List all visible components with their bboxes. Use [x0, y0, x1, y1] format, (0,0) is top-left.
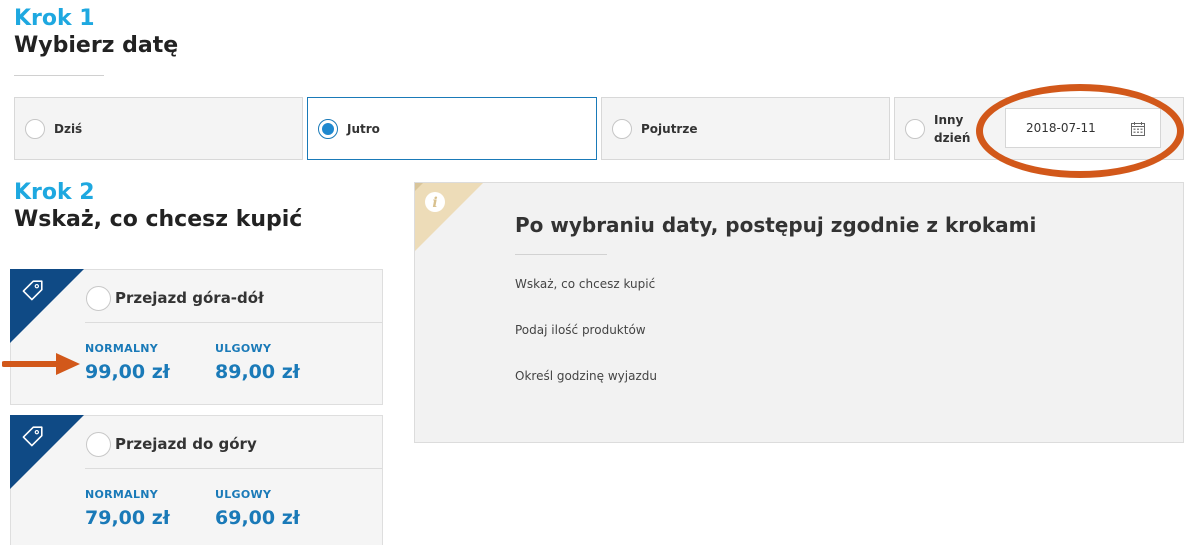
- annotation-arrow: [2, 353, 80, 375]
- reduced-price-column: ULGOWY 89,00 zł: [215, 342, 300, 383]
- radio-tomorrow[interactable]: [318, 118, 338, 139]
- radio-today[interactable]: [25, 118, 45, 139]
- info-panel: i Po wybraniu daty, postępuj zgodnie z k…: [414, 182, 1184, 443]
- svg-text:i: i: [432, 195, 437, 211]
- normal-price-column: NORMALNY 99,00 zł: [85, 342, 170, 383]
- date-option-tomorrow-label: Jutro: [347, 121, 380, 136]
- normal-price-column: NORMALNY 79,00 zł: [85, 488, 170, 529]
- tag-ribbon: [10, 415, 84, 489]
- reduced-price-label: ULGOWY: [215, 342, 272, 355]
- step1-divider: [14, 75, 104, 76]
- date-option-today-label: Dziś: [54, 121, 83, 136]
- date-option-day-after[interactable]: Pojutrze: [601, 97, 890, 160]
- reduced-price-label: ULGOWY: [215, 488, 272, 501]
- product-divider: [85, 322, 382, 323]
- step2-label: Krok 2: [14, 180, 95, 205]
- product-card-up-down[interactable]: Przejazd góra-dół NORMALNY 99,00 zł ULGO…: [10, 269, 383, 405]
- radio-day-after[interactable]: [612, 118, 632, 139]
- step2-title: Wskaż, co chcesz kupić: [14, 207, 303, 232]
- normal-price-label: NORMALNY: [85, 342, 159, 355]
- normal-price-value: 99,00 zł: [85, 361, 170, 383]
- date-option-tomorrow[interactable]: Jutro: [307, 97, 597, 160]
- info-step-3: Określ godzinę wyjazdu: [515, 369, 657, 383]
- date-option-today[interactable]: Dziś: [14, 97, 303, 160]
- product-radio[interactable]: [86, 286, 111, 311]
- product-name: Przejazd góra-dół: [115, 289, 264, 307]
- date-input[interactable]: [1006, 121, 1126, 135]
- step1-label: Krok 1: [14, 6, 95, 31]
- other-day-line2: dzień: [934, 130, 971, 145]
- product-radio[interactable]: [86, 432, 111, 457]
- info-step-1: Wskaż, co chcesz kupić: [515, 277, 656, 291]
- reduced-price-value: 69,00 zł: [215, 507, 300, 529]
- info-step-2: Podaj ilość produktów: [515, 323, 646, 337]
- date-picker-field[interactable]: [1005, 108, 1161, 148]
- product-divider: [85, 468, 382, 469]
- other-day-line1: Inny: [934, 112, 964, 127]
- tag-ribbon: [10, 269, 84, 343]
- product-card-up[interactable]: Przejazd do góry NORMALNY 79,00 zł ULGOW…: [10, 415, 383, 545]
- radio-other-day[interactable]: [905, 118, 925, 139]
- step1-title: Wybierz datę: [14, 33, 179, 58]
- info-icon: i: [425, 192, 445, 212]
- normal-price-value: 79,00 zł: [85, 507, 170, 529]
- normal-price-label: NORMALNY: [85, 488, 159, 501]
- reduced-price-value: 89,00 zł: [215, 361, 300, 383]
- info-ribbon: i: [415, 183, 483, 251]
- date-option-other-day-label: Inny dzień: [934, 111, 970, 147]
- info-divider: [515, 254, 607, 255]
- product-name: Przejazd do góry: [115, 435, 257, 453]
- date-option-day-after-label: Pojutrze: [641, 121, 698, 136]
- reduced-price-column: ULGOWY 69,00 zł: [215, 488, 300, 529]
- calendar-icon[interactable]: [1130, 121, 1146, 137]
- info-title: Po wybraniu daty, postępuj zgodnie z kro…: [515, 213, 1037, 237]
